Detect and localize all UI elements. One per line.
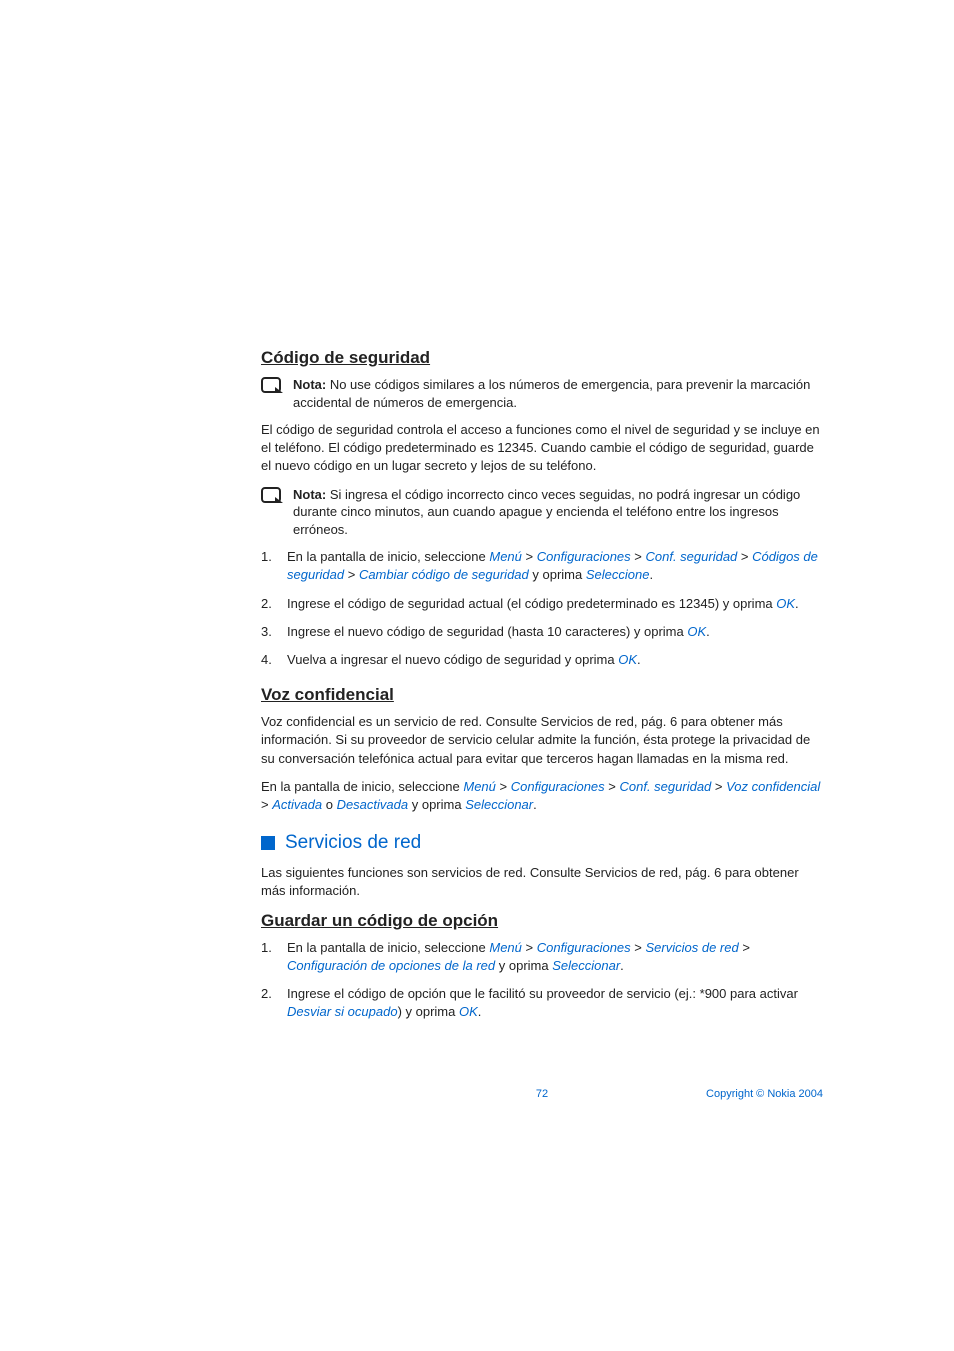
separator: > — [522, 549, 537, 564]
note-icon — [261, 487, 285, 507]
separator: > — [737, 549, 752, 564]
copyright-text: Copyright © Nokia 2004 — [706, 1088, 823, 1100]
steps-guardar: En la pantalla de inicio, seleccione Men… — [261, 939, 823, 1022]
note-1-body: No use códigos similares a los números d… — [293, 377, 810, 410]
or-text: o — [322, 797, 336, 812]
note-1-text: Nota: No use códigos similares a los núm… — [293, 376, 823, 411]
link-ok[interactable]: OK — [687, 624, 706, 639]
list-item: Ingrese el código de opción que le facil… — [261, 985, 823, 1021]
period: . — [795, 596, 799, 611]
separator: > — [739, 940, 750, 955]
square-bullet-icon — [261, 836, 275, 850]
separator: > — [711, 779, 726, 794]
list-item: Ingrese el código de seguridad actual (e… — [261, 595, 823, 613]
separator: > — [496, 779, 511, 794]
link-menu[interactable]: Menú — [463, 779, 496, 794]
link-seleccionar[interactable]: Seleccionar — [552, 958, 620, 973]
step-text: En la pantalla de inicio, seleccione — [287, 940, 489, 955]
step-text: Ingrese el código de opción que le facil… — [287, 986, 798, 1001]
step-text: Vuelva a ingresar el nuevo código de seg… — [287, 652, 618, 667]
step-text: ) y oprima — [398, 1004, 459, 1019]
period: . — [637, 652, 641, 667]
note-1: Nota: No use códigos similares a los núm… — [261, 376, 823, 411]
heading-voz-confidencial: Voz confidencial — [261, 685, 823, 705]
link-desactivada[interactable]: Desactivada — [337, 797, 409, 812]
link-cambiar-codigo[interactable]: Cambiar código de seguridad — [359, 567, 529, 582]
link-seleccione[interactable]: Seleccione — [586, 567, 650, 582]
link-configuraciones[interactable]: Configuraciones — [511, 779, 605, 794]
list-item: En la pantalla de inicio, seleccione Men… — [261, 939, 823, 975]
link-voz-confidencial[interactable]: Voz confidencial — [726, 779, 820, 794]
separator: > — [631, 549, 646, 564]
heading-servicios-red: Servicios de red — [261, 832, 823, 854]
heading-servicios-red-text: Servicios de red — [285, 832, 421, 854]
list-item: Ingrese el nuevo código de seguridad (ha… — [261, 623, 823, 641]
link-configuraciones[interactable]: Configuraciones — [537, 940, 631, 955]
link-conf-seguridad[interactable]: Conf. seguridad — [620, 779, 712, 794]
separator: > — [631, 940, 646, 955]
separator: > — [522, 940, 537, 955]
link-config-opciones-red[interactable]: Configuración de opciones de la red — [287, 958, 495, 973]
page-number: 72 — [536, 1088, 548, 1100]
period: . — [620, 958, 624, 973]
note-2-text: Nota: Si ingresa el código incorrecto ci… — [293, 486, 823, 539]
separator: > — [605, 779, 620, 794]
paragraph-voz-2: En la pantalla de inicio, seleccione Men… — [261, 778, 823, 814]
link-desviar-ocupado[interactable]: Desviar si ocupado — [287, 1004, 398, 1019]
steps-codigo: En la pantalla de inicio, seleccione Men… — [261, 548, 823, 669]
note-icon — [261, 377, 285, 397]
note-2-label: Nota: — [293, 487, 326, 502]
link-seleccionar[interactable]: Seleccionar — [465, 797, 533, 812]
paragraph-codigo: El código de seguridad controla el acces… — [261, 421, 823, 476]
separator: > — [344, 567, 359, 582]
link-conf-seguridad[interactable]: Conf. seguridad — [646, 549, 738, 564]
list-item: En la pantalla de inicio, seleccione Men… — [261, 548, 823, 584]
list-item: Vuelva a ingresar el nuevo código de seg… — [261, 651, 823, 669]
step-text: En la pantalla de inicio, seleccione — [261, 779, 463, 794]
link-ok[interactable]: OK — [459, 1004, 478, 1019]
period: . — [706, 624, 710, 639]
period: . — [649, 567, 653, 582]
paragraph-voz-1: Voz confidencial es un servicio de red. … — [261, 713, 823, 768]
separator: > — [261, 797, 272, 812]
heading-codigo-seguridad: Código de seguridad — [261, 348, 823, 368]
link-servicios-red[interactable]: Servicios de red — [646, 940, 739, 955]
link-ok[interactable]: OK — [618, 652, 637, 667]
step-text: y oprima — [529, 567, 586, 582]
step-text: Ingrese el nuevo código de seguridad (ha… — [287, 624, 687, 639]
link-menu[interactable]: Menú — [489, 940, 522, 955]
note-2: Nota: Si ingresa el código incorrecto ci… — [261, 486, 823, 539]
link-menu[interactable]: Menú — [489, 549, 522, 564]
period: . — [478, 1004, 482, 1019]
step-text: y oprima — [495, 958, 552, 973]
link-configuraciones[interactable]: Configuraciones — [537, 549, 631, 564]
paragraph-servicios: Las siguientes funciones son servicios d… — [261, 864, 823, 900]
period: . — [533, 797, 537, 812]
page-footer: 72 Copyright © Nokia 2004 — [261, 1080, 823, 1100]
step-text: y oprima — [408, 797, 465, 812]
heading-guardar-codigo: Guardar un código de opción — [261, 911, 823, 931]
note-1-label: Nota: — [293, 377, 326, 392]
step-text: En la pantalla de inicio, seleccione — [287, 549, 489, 564]
link-activada[interactable]: Activada — [272, 797, 322, 812]
link-ok[interactable]: OK — [776, 596, 795, 611]
step-text: Ingrese el código de seguridad actual (e… — [287, 596, 776, 611]
note-2-body: Si ingresa el código incorrecto cinco ve… — [293, 487, 800, 537]
